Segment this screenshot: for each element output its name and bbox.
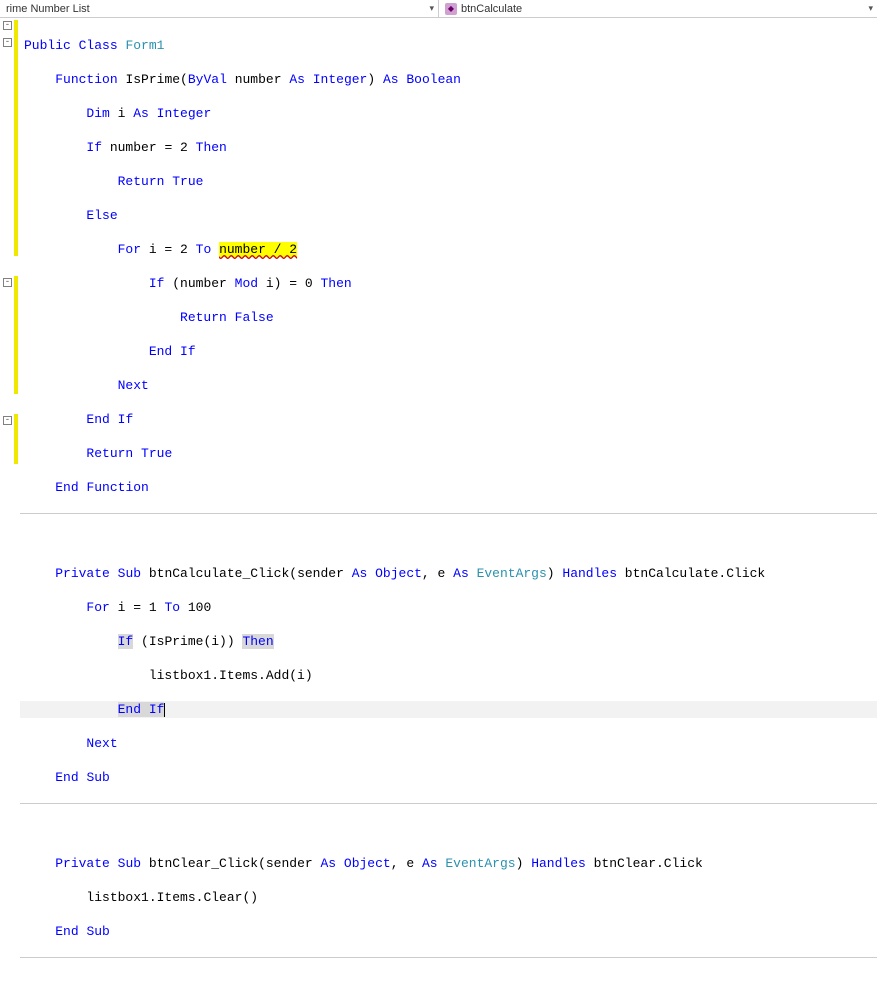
member-dropdown-label: btnCalculate bbox=[461, 3, 522, 15]
code-line[interactable]: Return True bbox=[20, 445, 877, 462]
code-line[interactable]: Dim i As Integer bbox=[20, 105, 877, 122]
scope-dropdown-label: rime Number List bbox=[6, 3, 90, 15]
region-separator bbox=[20, 513, 877, 514]
code-line[interactable]: End Function bbox=[20, 479, 877, 496]
highlighted-expression: number / 2 bbox=[219, 242, 297, 257]
code-line[interactable]: Private Sub btnCalculate_Click(sender As… bbox=[20, 565, 877, 582]
code-line[interactable]: Public Class Form1 bbox=[20, 37, 877, 54]
gutter: - - - - bbox=[0, 18, 20, 555]
region-separator bbox=[20, 803, 877, 804]
code-line[interactable]: listbox1.Items.Add(i) bbox=[20, 667, 877, 684]
outline-toggle[interactable]: - bbox=[3, 278, 12, 287]
outline-toggle[interactable]: - bbox=[3, 21, 12, 30]
change-marker bbox=[14, 414, 18, 464]
code-line[interactable]: For i = 1 To 100 bbox=[20, 599, 877, 616]
outline-toggle[interactable]: - bbox=[3, 38, 12, 47]
code-line[interactable]: Function IsPrime(ByVal number As Integer… bbox=[20, 71, 877, 88]
code-line[interactable]: If (IsPrime(i)) Then bbox=[20, 633, 877, 650]
code-line[interactable]: End Sub bbox=[20, 923, 877, 940]
code-line[interactable]: End If bbox=[20, 411, 877, 428]
code-editor[interactable]: - - - - Public Class Form1 Function IsPr… bbox=[0, 18, 877, 555]
chevron-down-icon: ▾ bbox=[429, 3, 434, 14]
code-line[interactable]: Else bbox=[20, 207, 877, 224]
code-line[interactable]: If number = 2 Then bbox=[20, 139, 877, 156]
change-marker bbox=[14, 276, 18, 394]
code-line[interactable]: End Sub bbox=[20, 769, 877, 786]
scope-dropdown[interactable]: rime Number List ▾ bbox=[0, 0, 439, 17]
code-line[interactable]: End If bbox=[20, 343, 877, 360]
code-line[interactable]: Next bbox=[20, 735, 877, 752]
code-line[interactable]: listbox1.Items.Clear() bbox=[20, 889, 877, 906]
member-dropdown[interactable]: ◆ btnCalculate ▾ bbox=[439, 0, 877, 17]
method-icon: ◆ bbox=[445, 3, 457, 15]
code-line[interactable] bbox=[20, 821, 877, 838]
change-marker bbox=[14, 20, 18, 256]
navigation-bar: rime Number List ▾ ◆ btnCalculate ▾ bbox=[0, 0, 877, 18]
code-line[interactable]: Private Sub btnClear_Click(sender As Obj… bbox=[20, 855, 877, 872]
code-line[interactable]: Return True bbox=[20, 173, 877, 190]
chevron-down-icon: ▾ bbox=[868, 3, 873, 14]
code-line-current[interactable]: End If bbox=[20, 701, 877, 718]
code-line[interactable]: Next bbox=[20, 377, 877, 394]
code-line[interactable]: Return False bbox=[20, 309, 877, 326]
code-line[interactable]: If (number Mod i) = 0 Then bbox=[20, 275, 877, 292]
code-area[interactable]: Public Class Form1 Function IsPrime(ByVa… bbox=[20, 18, 877, 555]
region-separator bbox=[20, 957, 877, 958]
code-line[interactable] bbox=[20, 531, 877, 548]
code-line[interactable]: For i = 2 To number / 2 bbox=[20, 241, 877, 258]
outline-toggle[interactable]: - bbox=[3, 416, 12, 425]
text-cursor bbox=[164, 703, 165, 717]
